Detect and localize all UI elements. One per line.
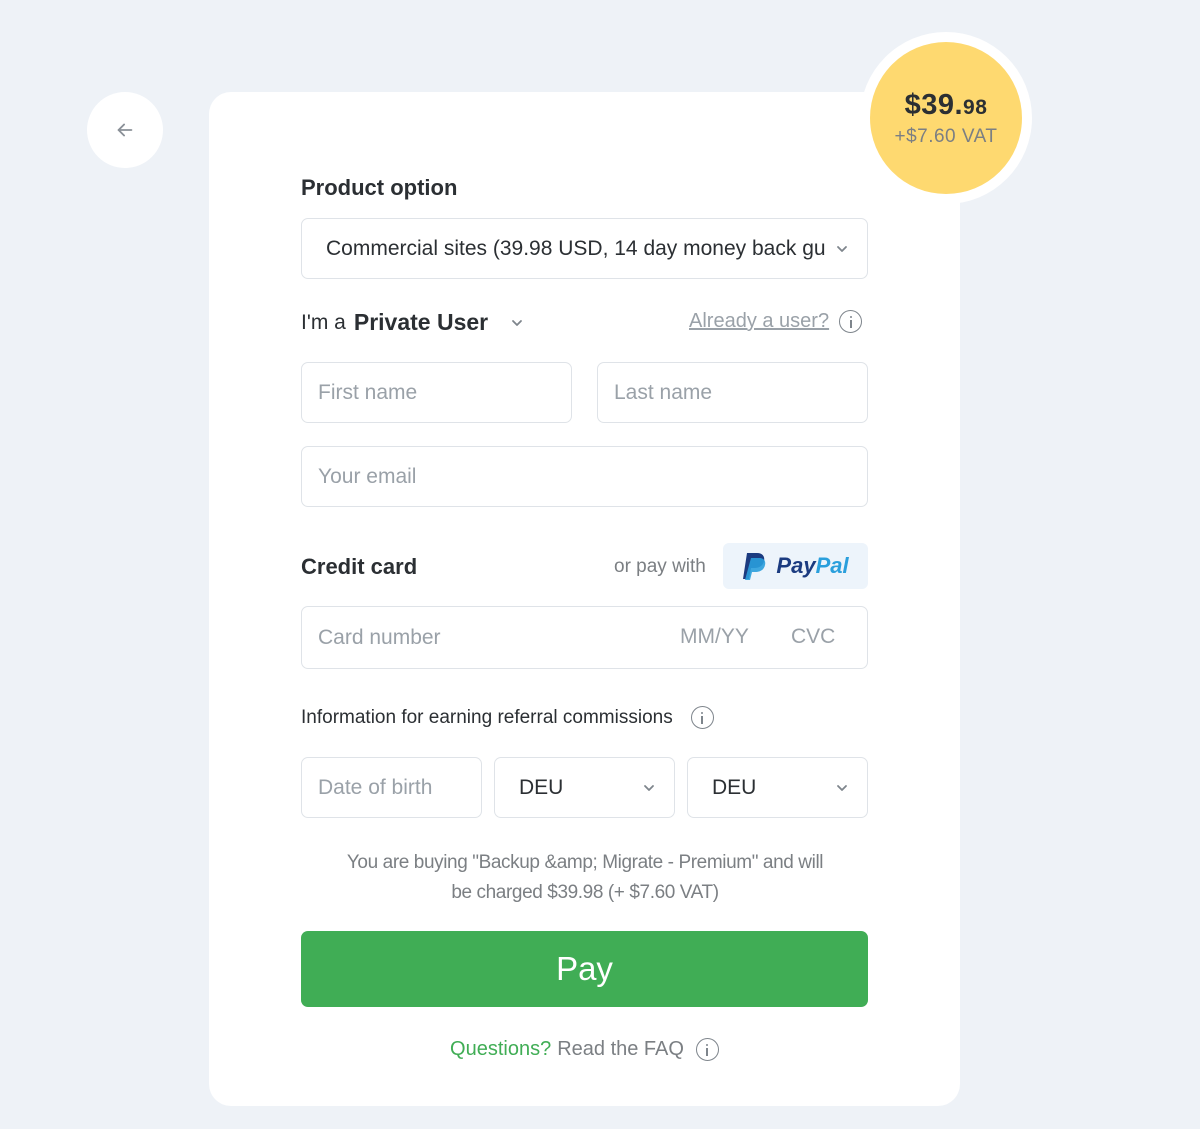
chevron-down-icon xyxy=(837,245,847,252)
checkout-page: $39.98 +$7.60 VAT Product option Commerc… xyxy=(0,0,1200,1129)
first-name-input[interactable]: First name xyxy=(301,362,572,423)
card-number-input[interactable]: Card number MM/YY CVC xyxy=(301,606,868,669)
paypal-icon xyxy=(743,553,766,580)
purchase-summary: You are buying "Backup &amp; Migrate - P… xyxy=(346,852,824,903)
faq-link[interactable]: Questions? Read the FAQ xyxy=(301,1038,868,1061)
or-pay-with-label: or pay with xyxy=(614,556,706,577)
info-icon xyxy=(695,1038,719,1061)
price-vat: +$7.60 VAT xyxy=(894,125,998,147)
date-of-birth-input[interactable]: Date of birth xyxy=(301,757,482,818)
already-user-link[interactable]: Already a user? xyxy=(689,310,863,333)
paypal-button[interactable]: Pay Pal xyxy=(723,543,868,589)
product-option-title: Product option xyxy=(301,175,458,200)
referral-info-label: Information for earning referral commiss… xyxy=(301,706,714,729)
cvc-input[interactable]: CVC xyxy=(791,625,835,649)
price-amount: $39.98 xyxy=(904,88,988,121)
user-type-selector[interactable]: I'm a Private User xyxy=(301,309,524,336)
expiry-input[interactable]: MM/YY xyxy=(680,625,749,649)
chevron-down-icon xyxy=(837,784,847,791)
country-select-2[interactable]: DEU xyxy=(687,757,868,818)
info-icon[interactable] xyxy=(839,310,863,333)
arrow-left-icon xyxy=(117,123,133,137)
last-name-input[interactable]: Last name xyxy=(597,362,868,423)
credit-card-title: Credit card xyxy=(301,554,418,579)
price-badge: $39.98 +$7.60 VAT xyxy=(860,32,1032,204)
email-input[interactable]: Your email xyxy=(301,446,868,507)
info-icon[interactable] xyxy=(690,706,714,729)
product-option-select[interactable]: Commercial sites (39.98 USD, 14 day mone… xyxy=(301,218,868,279)
back-button[interactable] xyxy=(87,92,163,168)
pay-button[interactable]: Pay xyxy=(301,931,868,1007)
chevron-down-icon xyxy=(512,319,523,326)
chevron-down-icon xyxy=(644,784,654,791)
country-select-1[interactable]: DEU xyxy=(494,757,675,818)
